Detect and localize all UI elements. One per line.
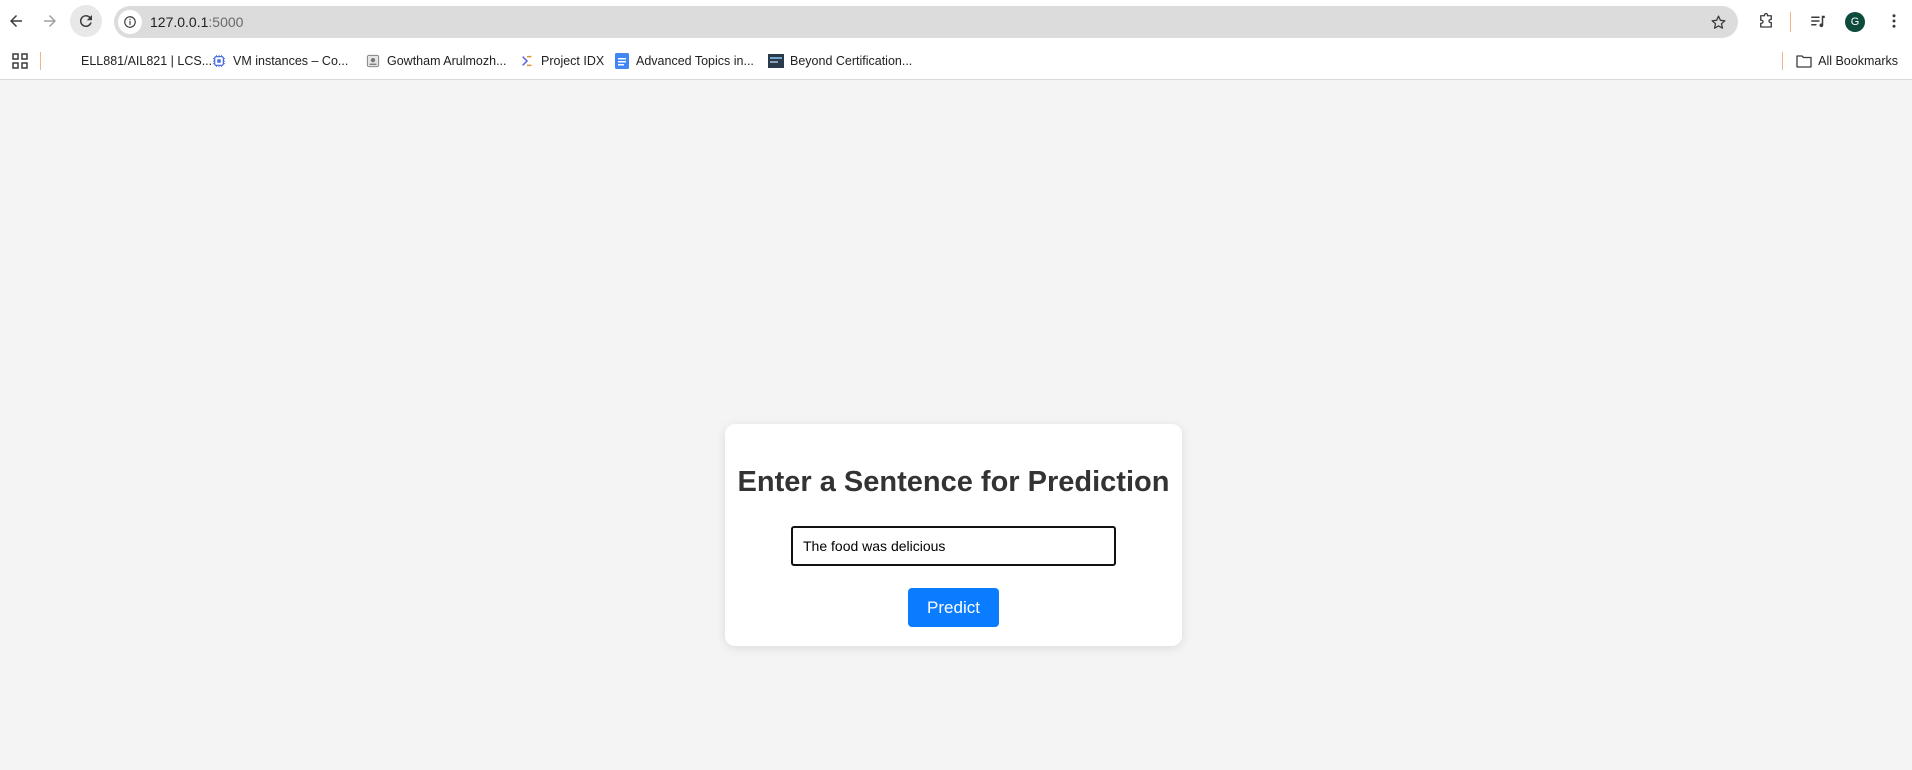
browser-toolbar: 127.0.0.1:5000 G <box>0 0 1912 43</box>
all-bookmarks-button[interactable]: All Bookmarks <box>1796 51 1898 71</box>
predict-button[interactable]: Predict <box>908 588 999 627</box>
back-button[interactable] <box>0 5 32 37</box>
page-icon <box>365 53 381 69</box>
info-icon <box>124 16 136 28</box>
extensions-button[interactable] <box>1750 5 1782 37</box>
profile-avatar[interactable]: G <box>1845 12 1865 32</box>
idx-icon <box>519 53 535 69</box>
bookmark-label: Beyond Certification... <box>790 54 913 68</box>
apps-button[interactable] <box>10 51 30 71</box>
docs-icon <box>614 53 630 69</box>
bookmark-item[interactable]: Advanced Topics in... <box>614 51 754 71</box>
bookmark-item[interactable]: Beyond Certification... <box>768 51 912 71</box>
page-title: Enter a Sentence for Prediction <box>737 466 1170 498</box>
forward-button[interactable] <box>34 5 66 37</box>
folder-icon <box>1796 53 1812 69</box>
chip-icon <box>211 53 227 69</box>
apps-grid-icon <box>12 53 28 69</box>
bookmark-label: Gowtham Arulmozh... <box>387 54 507 68</box>
bookmark-label: Project IDX <box>541 54 605 68</box>
bookmark-star-button[interactable] <box>1708 12 1728 32</box>
url-port: :5000 <box>208 14 244 30</box>
bookmark-item[interactable]: ELL881/AIL821 | LCS... <box>59 51 212 71</box>
star-icon <box>1710 14 1726 29</box>
media-queue-icon <box>1811 15 1825 28</box>
reload-icon <box>79 15 92 28</box>
bookmarks-divider <box>40 52 41 70</box>
media-controls-button[interactable] <box>1802 5 1834 37</box>
bookmark-label: ELL881/AIL821 | LCS... <box>81 54 213 68</box>
url-text: 127.0.0.1:5000 <box>150 14 243 30</box>
puzzle-icon <box>1760 12 1772 28</box>
bookmarks-bar: ELL881/AIL821 | LCS... VM instances – Co… <box>0 43 1912 80</box>
kebab-menu-icon <box>1892 14 1896 28</box>
image-favicon <box>768 53 784 69</box>
arrow-right-icon <box>44 15 56 27</box>
bookmark-item[interactable]: Gowtham Arulmozh... <box>365 51 507 71</box>
bookmarks-divider <box>1782 52 1783 70</box>
bookmark-label: Advanced Topics in... <box>636 54 754 68</box>
arrow-left-icon <box>10 15 22 27</box>
bookmark-label: VM instances – Co... <box>233 54 349 68</box>
bookmark-item[interactable]: VM instances – Co... <box>211 51 348 71</box>
reload-button[interactable] <box>70 5 102 37</box>
toolbar-divider <box>1790 12 1791 32</box>
address-bar[interactable]: 127.0.0.1:5000 <box>114 6 1738 38</box>
site-info-button[interactable] <box>118 10 142 34</box>
sentence-input[interactable] <box>791 526 1116 566</box>
prediction-card: Enter a Sentence for Prediction Predict <box>725 424 1182 646</box>
blank-favicon <box>59 53 75 69</box>
all-bookmarks-label: All Bookmarks <box>1818 54 1898 68</box>
browser-menu-button[interactable] <box>1880 5 1908 37</box>
url-host: 127.0.0.1 <box>150 14 209 30</box>
bookmark-item[interactable]: Project IDX <box>519 51 604 71</box>
